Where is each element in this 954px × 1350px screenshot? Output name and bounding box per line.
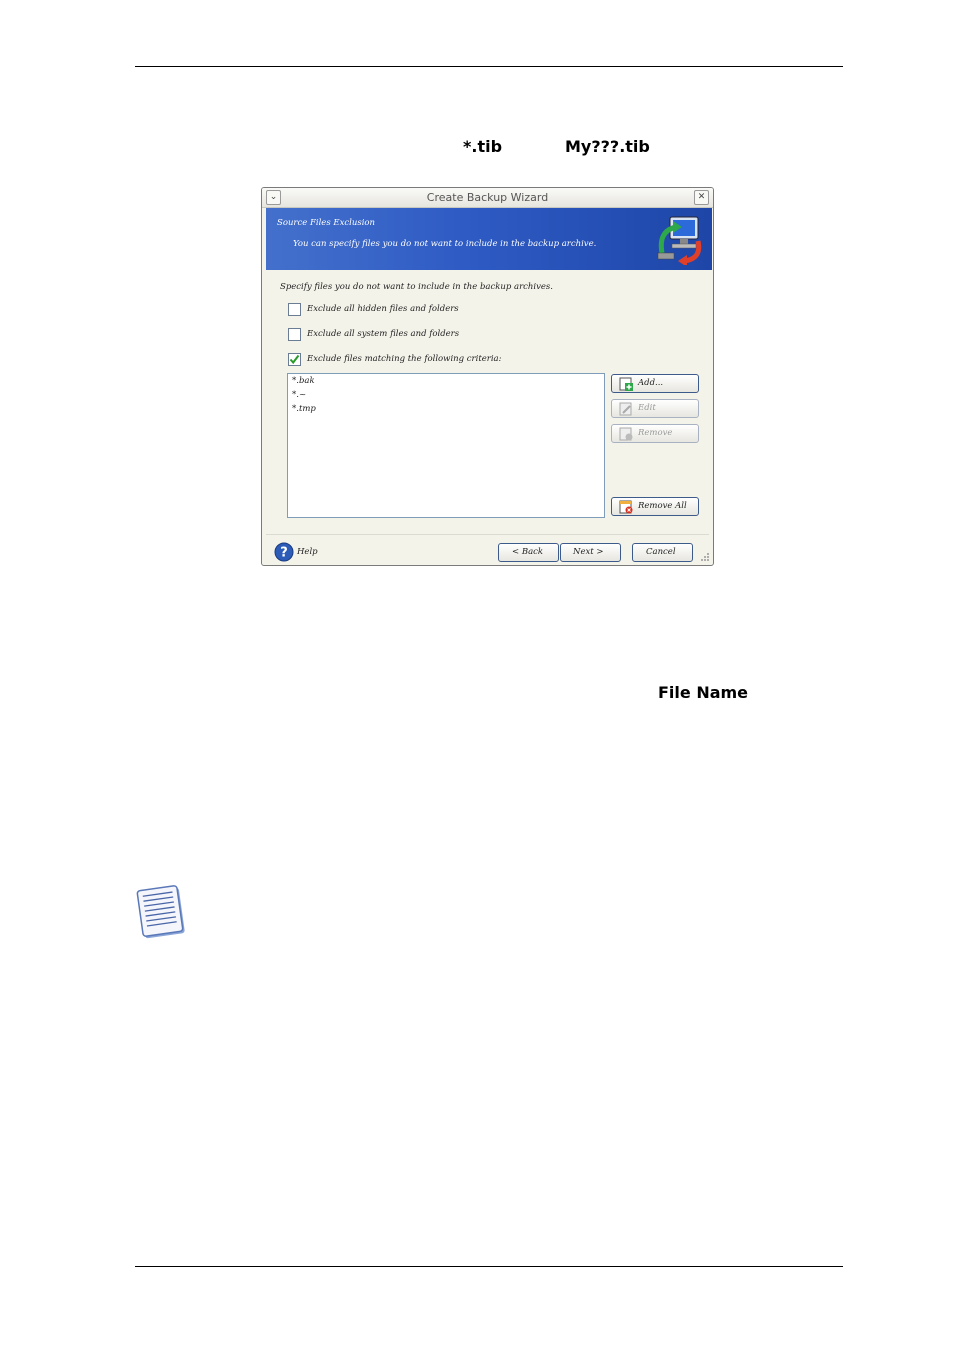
add-button[interactable]: Add... — [611, 374, 699, 393]
edit-button-label: Edit — [638, 403, 656, 413]
create-backup-wizard-dialog: ⌄ Create Backup Wizard ✕ Source Files Ex… — [261, 187, 714, 566]
help-label: Help — [297, 547, 318, 557]
check-icon — [289, 354, 300, 365]
remove-all-button-label: Remove All — [638, 501, 687, 511]
wizard-banner: Source Files Exclusion You can specify f… — [266, 208, 712, 270]
list-item[interactable]: *.~ — [292, 390, 306, 400]
add-icon — [619, 377, 633, 391]
system-files-checkbox[interactable] — [288, 328, 301, 341]
computer-backup-icon — [657, 216, 702, 265]
term-mytib: My???.tib — [565, 137, 650, 156]
term-tib: *.tib — [463, 137, 503, 156]
system-files-label: Exclude all system files and folders — [307, 329, 460, 339]
criteria-label: Exclude files matching the following cri… — [307, 354, 502, 364]
note-icon — [136, 885, 185, 939]
close-icon[interactable]: ✕ — [694, 190, 709, 205]
remove-button[interactable]: Remove — [611, 424, 699, 443]
instruction-text: Specify files you do not want to include… — [280, 282, 553, 292]
edit-icon — [619, 402, 632, 416]
remove-all-icon — [619, 500, 633, 514]
back-button-label: < Back — [512, 547, 544, 557]
list-item[interactable]: *.tmp — [292, 404, 316, 414]
criteria-list[interactable]: *.bak *.~ *.tmp — [287, 373, 605, 518]
hidden-files-checkbox[interactable] — [288, 303, 301, 316]
help-button[interactable]: ? Help — [274, 542, 318, 565]
dialog-title: Create Backup Wizard — [426, 191, 549, 204]
edit-button[interactable]: Edit — [611, 399, 699, 418]
title-bar: ⌄ Create Backup Wizard ✕ — [262, 188, 713, 208]
criteria-checkbox[interactable] — [288, 353, 301, 366]
help-icon: ? — [274, 542, 294, 562]
remove-button-label: Remove — [638, 428, 673, 438]
hidden-files-label: Exclude all hidden files and folders — [307, 304, 459, 314]
add-button-label: Add... — [638, 378, 664, 388]
next-button-label: Next > — [573, 547, 604, 557]
header-rule — [135, 66, 843, 67]
cancel-button[interactable]: Cancel — [632, 543, 693, 562]
remove-all-button[interactable]: Remove All — [611, 497, 699, 516]
banner-description: You can specify files you do not want to… — [293, 239, 597, 249]
banner-title: Source Files Exclusion — [277, 218, 376, 228]
list-item[interactable]: *.bak — [292, 376, 315, 386]
next-button[interactable]: Next > — [560, 543, 621, 562]
remove-icon — [619, 427, 633, 441]
footer-separator — [266, 534, 709, 535]
footer-rule — [135, 1266, 843, 1267]
term-filename: File Name — [658, 683, 749, 702]
svg-text:?: ? — [280, 546, 288, 561]
resize-grip-icon[interactable] — [700, 552, 710, 562]
cancel-button-label: Cancel — [646, 547, 676, 557]
back-button[interactable]: < Back — [498, 543, 559, 562]
